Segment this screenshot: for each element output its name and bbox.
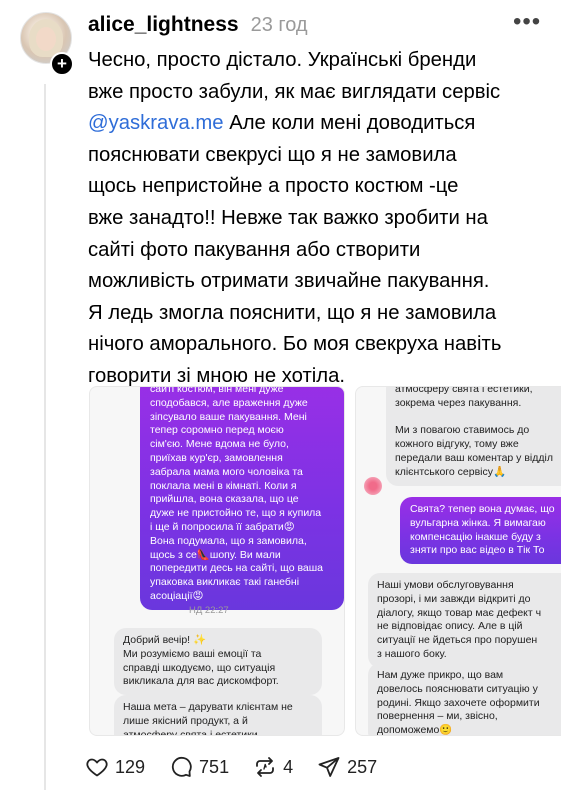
repost-icon: [256, 757, 274, 777]
username[interactable]: alice_lightness: [88, 13, 239, 37]
post-header: alice_lightness 23 год: [88, 13, 308, 41]
chat-reply-top: атмосферу свята і естетики, зокрема чере…: [386, 387, 561, 486]
send-icon: [318, 757, 340, 777]
comment-button[interactable]: 751: [169, 755, 229, 779]
chat-user-message: сайті костюм, він мені дуже сподобався, …: [140, 387, 344, 610]
heart-icon: [86, 758, 108, 777]
share-button[interactable]: 257: [317, 755, 377, 779]
chat-reply-terms: Наші умови обслуговування прозорі, і ми …: [368, 573, 561, 668]
mention-link[interactable]: @yaskrava.me: [88, 112, 224, 134]
chat-reply-mission: Наша мета – дарувати клієнтам не лише як…: [114, 695, 322, 735]
chat-user-message-2: Свята? тепер вона думає, що вульгарна жі…: [400, 497, 561, 565]
repost-button[interactable]: 4: [253, 755, 293, 779]
more-horizontal-icon[interactable]: •••: [513, 8, 541, 36]
repost-count: 4: [283, 756, 294, 777]
chat-reply-sorry: Нам дуже прикро, що вам довелось пояснюв…: [368, 663, 561, 735]
attached-image-chat-2[interactable]: атмосферу свята і естетики, зокрема чере…: [355, 386, 561, 736]
post-text-before: Чесно, просто дістало. Українські бренди…: [88, 49, 501, 103]
share-count: 257: [347, 756, 378, 777]
thread-line: [44, 84, 46, 790]
brand-avatar: [364, 477, 382, 495]
chat-timestamp: НД 22:27: [189, 605, 229, 616]
avatar-face: [36, 27, 56, 51]
post-actions: 129 751 4 257: [85, 752, 401, 782]
comment-icon: [172, 756, 192, 777]
attached-image-chat-1[interactable]: сайті костюм, він мені дуже сподобався, …: [89, 386, 345, 736]
post-time: 23 год: [250, 14, 308, 36]
follow-plus-icon[interactable]: +: [50, 52, 74, 76]
post-text-after: Але коли мені доводиться пояснювати свек…: [88, 112, 502, 387]
chat-reply-greeting: Добрий вечір! ✨ Ми розуміємо ваші емоції…: [114, 628, 322, 696]
comment-count: 751: [199, 756, 230, 777]
like-button[interactable]: 129: [85, 755, 145, 779]
post-text: Чесно, просто дістало. Українські бренди…: [88, 45, 553, 393]
like-count: 129: [115, 756, 146, 777]
